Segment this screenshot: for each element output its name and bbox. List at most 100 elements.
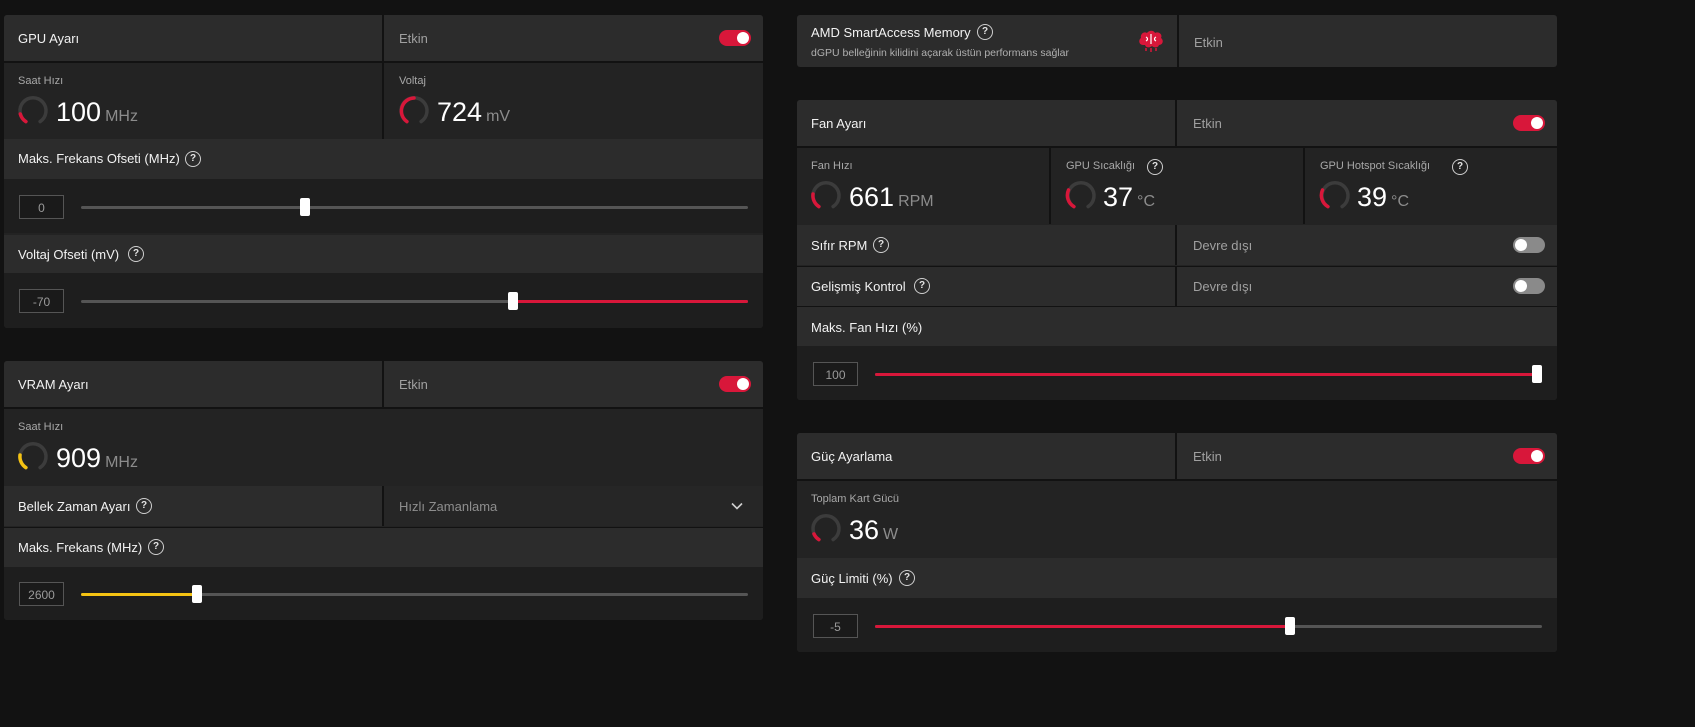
vram-max-freq-label: Maks. Frekans (MHz) — [18, 540, 143, 555]
power-limit-help-icon[interactable]: ? — [899, 570, 915, 586]
toggle-knob — [1531, 450, 1543, 462]
max-fan-speed-slider-thumb[interactable] — [1532, 365, 1542, 383]
max-freq-offset-slider-thumb[interactable] — [300, 198, 310, 216]
max-fan-speed-input[interactable]: 100 — [813, 362, 858, 386]
memory-timing-dropdown[interactable]: Hızlı Zamanlama — [384, 486, 763, 526]
memory-timing-row: Bellek Zaman Ayarı ? Hızlı Zamanlama — [4, 486, 763, 526]
gpu-clock-unit: MHz — [105, 108, 138, 125]
gpu-voltage-value: 724 — [437, 97, 483, 127]
smartaccess-memory-panel: AMD SmartAccess Memory ? dGPU belleğinin… — [797, 15, 1557, 67]
advanced-control-status: Devre dışı — [1193, 279, 1253, 294]
vram-tuning-title: VRAM Ayarı — [18, 377, 89, 392]
fan-metrics-row: Fan Hızı 661 RPM GPU Sıcaklığı ? 37 °C GPU… — [797, 148, 1557, 224]
total-board-power-readout: 36 W — [849, 515, 898, 546]
max-fan-speed-header: Maks. Fan Hızı (%) — [797, 306, 1557, 347]
voltage-offset-help-icon[interactable]: ? — [128, 246, 144, 262]
gpu-hotspot-temp-unit: °C — [1391, 193, 1409, 210]
toggle-knob — [1531, 117, 1543, 129]
gpu-voltage-gauge-icon — [399, 96, 429, 124]
toggle-knob — [737, 378, 749, 390]
fan-tuning-toggle[interactable] — [1513, 115, 1545, 131]
gpu-clock-readout: 100 MHz — [56, 97, 138, 128]
max-freq-offset-header: Maks. Frekans Ofseti (MHz) ? — [4, 139, 763, 179]
gpu-tuning-header: GPU Ayarı Etkin — [4, 15, 763, 61]
smartaccess-memory-help-icon[interactable]: ? — [977, 24, 993, 40]
toggle-knob — [737, 32, 749, 44]
toggle-knob — [1515, 239, 1527, 251]
gpu-temp-gauge-icon — [1065, 181, 1096, 209]
fan-speed-label: Fan Hızı — [811, 160, 853, 172]
power-limit-label: Güç Limiti (%) — [811, 571, 893, 586]
vram-max-freq-input[interactable]: 2600 — [19, 582, 64, 606]
vram-tuning-toggle[interactable] — [719, 376, 751, 392]
power-limit-slider-thumb[interactable] — [1285, 617, 1295, 635]
voltage-offset-input[interactable]: -70 — [19, 289, 64, 313]
zero-rpm-row: Sıfır RPM ? Devre dışı — [797, 225, 1557, 265]
vram-tuning-status: Etkin — [399, 377, 428, 392]
fan-speed-gauge-icon — [811, 181, 841, 209]
gpu-clock-label: Saat Hızı — [18, 75, 64, 87]
gpu-tuning-title: GPU Ayarı — [18, 31, 80, 46]
fan-speed-readout: 661 RPM — [849, 182, 934, 213]
fan-speed-value: 661 — [849, 182, 895, 212]
fan-tuning-title: Fan Ayarı — [811, 116, 867, 131]
gpu-temp-label: GPU Sıcaklığı — [1066, 160, 1136, 172]
gpu-voltage-unit: mV — [486, 108, 511, 125]
gpu-hotspot-temp-help-icon[interactable]: ? — [1452, 159, 1468, 175]
gpu-temp-help-icon[interactable]: ? — [1147, 159, 1163, 175]
max-freq-offset-track[interactable] — [81, 206, 748, 209]
smartaccess-memory-status: Etkin — [1194, 35, 1223, 50]
gpu-tuning-toggle[interactable] — [719, 30, 751, 46]
voltage-offset-header: Voltaj Ofseti (mV) ? — [4, 235, 763, 273]
power-limit-fill — [875, 625, 1290, 628]
smartaccess-memory-description: dGPU belleğinin kilidini açarak üstün pe… — [811, 47, 1069, 59]
gpu-voltage-label: Voltaj — [399, 75, 426, 87]
max-freq-offset-help-icon[interactable]: ? — [185, 151, 201, 167]
gpu-hotspot-temp-gauge-icon — [1319, 181, 1350, 209]
gpu-temp-readout: 37 °C — [1103, 182, 1155, 213]
power-tuning-panel: Güç Ayarlama Etkin Toplam Kart Gücü 36 W … — [797, 433, 1557, 652]
power-tuning-header: Güç Ayarlama Etkin — [797, 433, 1557, 479]
power-limit-header: Güç Limiti (%) ? — [797, 558, 1557, 598]
power-limit-slider-row: -5 — [797, 598, 1557, 652]
vram-clock-gauge-icon — [18, 442, 48, 470]
toggle-knob — [1515, 280, 1527, 292]
voltage-offset-fill — [513, 300, 748, 303]
voltage-offset-slider-row: -70 — [4, 273, 763, 328]
fan-speed-unit: RPM — [898, 193, 934, 210]
voltage-offset-label: Voltaj Ofseti (mV) — [18, 247, 120, 262]
max-freq-offset-input[interactable]: 0 — [19, 195, 64, 219]
advanced-control-toggle[interactable] — [1513, 278, 1545, 294]
power-limit-input[interactable]: -5 — [813, 614, 858, 638]
fan-tuning-status: Etkin — [1193, 116, 1222, 131]
vram-clock-label: Saat Hızı — [18, 421, 64, 433]
gpu-clock-value: 100 — [56, 97, 102, 127]
gpu-tuning-status: Etkin — [399, 31, 428, 46]
vram-clock-readout: 909 MHz — [56, 443, 138, 474]
voltage-offset-slider-thumb[interactable] — [508, 292, 518, 310]
advanced-control-help-icon[interactable]: ? — [914, 278, 930, 294]
max-freq-offset-slider-row: 0 — [4, 179, 763, 233]
zero-rpm-status: Devre dışı — [1193, 238, 1253, 253]
power-tuning-status: Etkin — [1193, 449, 1222, 464]
memory-timing-value: Hızlı Zamanlama — [399, 499, 498, 514]
vram-max-freq-slider-row: 2600 — [4, 567, 763, 620]
vram-max-freq-fill — [81, 593, 197, 596]
zero-rpm-help-icon[interactable]: ? — [873, 237, 889, 253]
advanced-control-row: Gelişmiş Kontrol ? Devre dışı — [797, 266, 1557, 306]
vram-max-freq-slider-thumb[interactable] — [192, 585, 202, 603]
vram-max-freq-header: Maks. Frekans (MHz) ? — [4, 527, 763, 568]
total-board-power-unit: W — [883, 526, 899, 543]
gpu-hotspot-temp-value: 39 — [1357, 182, 1388, 212]
max-fan-speed-slider-row: 100 — [797, 346, 1557, 400]
power-metrics-row: Toplam Kart Gücü 36 W — [797, 481, 1557, 558]
max-fan-speed-fill — [875, 373, 1537, 376]
vram-metrics-row: Saat Hızı 909 MHz — [4, 409, 763, 486]
zero-rpm-toggle[interactable] — [1513, 237, 1545, 253]
memory-timing-help-icon[interactable]: ? — [136, 498, 152, 514]
brain-icon — [1139, 30, 1163, 52]
vram-max-freq-help-icon[interactable]: ? — [148, 539, 164, 555]
power-tuning-toggle[interactable] — [1513, 448, 1545, 464]
advanced-control-label: Gelişmiş Kontrol — [811, 279, 906, 294]
gpu-tuning-panel: GPU Ayarı Etkin Saat Hızı 100 MHz Voltaj … — [4, 15, 763, 328]
